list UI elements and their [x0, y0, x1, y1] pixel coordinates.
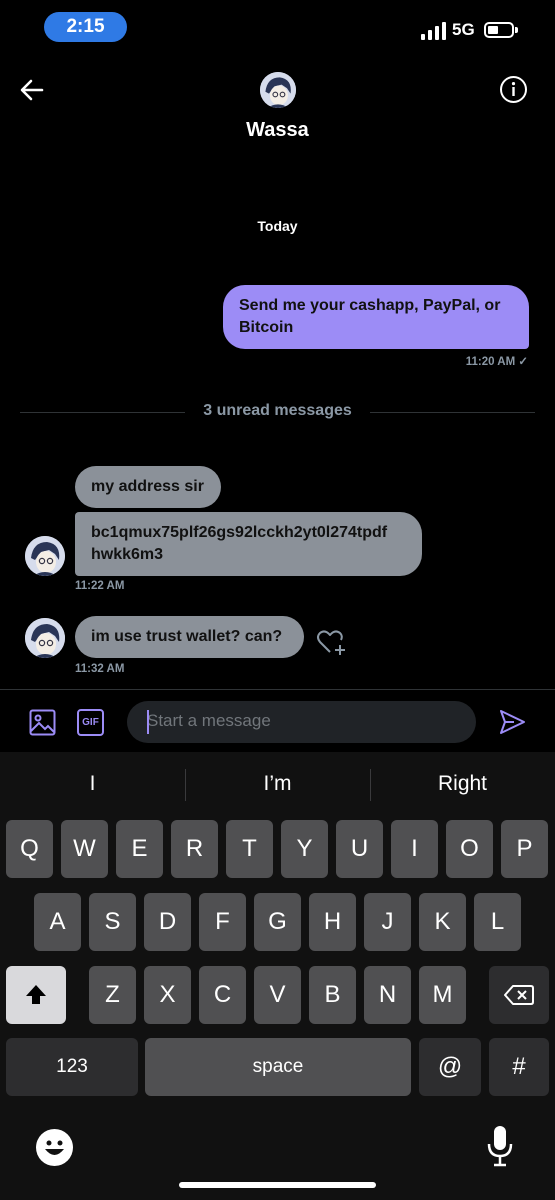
key[interactable]: B [309, 966, 356, 1024]
status-time[interactable]: 2:15 [44, 12, 127, 42]
outgoing-message[interactable]: Send me your cashapp, PayPal, or Bitcoin [223, 285, 529, 349]
incoming-message[interactable]: bc1qmux75plf26gs92lcckh2yt0l274tpdf hwkk… [75, 512, 422, 576]
send-button[interactable] [498, 708, 526, 736]
key[interactable]: E [116, 820, 163, 878]
key[interactable]: F [199, 893, 246, 951]
key[interactable]: R [171, 820, 218, 878]
key[interactable]: I [391, 820, 438, 878]
key[interactable]: J [364, 893, 411, 951]
key[interactable]: W [61, 820, 108, 878]
contact-avatar[interactable] [260, 72, 296, 108]
signal-icon [421, 22, 447, 40]
key[interactable]: S [89, 893, 136, 951]
battery-icon [484, 22, 518, 38]
message-input-placeholder: Start a message [147, 711, 271, 730]
emoji-button[interactable] [36, 1129, 73, 1166]
incoming-timestamp: 11:22 AM [75, 580, 125, 592]
heart-plus-icon [317, 630, 345, 655]
key[interactable]: T [226, 820, 273, 878]
outgoing-timestamp: 11:20 AM ✓ [465, 356, 528, 368]
keyboard: I I’m Right Q W E R T Y U I O P A S D F … [0, 752, 555, 1200]
delete-key[interactable] [489, 966, 549, 1024]
emoji-icon [45, 1140, 64, 1155]
key[interactable]: U [336, 820, 383, 878]
key[interactable]: P [501, 820, 548, 878]
key[interactable]: O [446, 820, 493, 878]
message-composer: GIF Start a message [0, 689, 555, 752]
sender-avatar[interactable] [25, 536, 65, 576]
dictation-button[interactable] [486, 1124, 514, 1168]
date-separator: Today [257, 218, 298, 234]
contact-name[interactable]: Wassa [0, 119, 555, 142]
anime-avatar-icon [260, 72, 296, 108]
message-input[interactable]: Start a message [127, 701, 476, 743]
key[interactable]: Q [6, 820, 53, 878]
incoming-message[interactable]: im use trust wallet? can? [75, 616, 304, 658]
image-icon [29, 709, 56, 736]
key[interactable]: D [144, 893, 191, 951]
key[interactable]: Y [281, 820, 328, 878]
network-label: 5G [452, 20, 475, 39]
anime-avatar-icon [25, 618, 65, 658]
key[interactable]: N [364, 966, 411, 1024]
unread-divider: 3 unread messages [20, 402, 535, 422]
key[interactable]: G [254, 893, 301, 951]
space-key[interactable]: space [145, 1038, 411, 1096]
react-button[interactable] [315, 627, 347, 657]
incoming-message[interactable]: my address sir [75, 466, 221, 508]
media-button[interactable] [29, 709, 56, 736]
shift-arrow-icon [26, 985, 46, 1004]
key[interactable]: X [144, 966, 191, 1024]
home-indicator[interactable] [179, 1182, 376, 1188]
anime-avatar-icon [25, 536, 65, 576]
key[interactable]: K [419, 893, 466, 951]
at-key[interactable]: @ [419, 1038, 481, 1096]
send-icon [500, 710, 525, 734]
suggestion[interactable]: I’m [185, 772, 370, 796]
hash-key[interactable]: # [489, 1038, 549, 1096]
gif-button[interactable]: GIF [77, 709, 104, 736]
info-button[interactable] [499, 75, 528, 104]
key[interactable]: H [309, 893, 356, 951]
suggestion[interactable]: I [0, 772, 185, 796]
status-bar: 2:15 5G [0, 0, 555, 55]
numbers-key[interactable]: 123 [6, 1038, 138, 1096]
incoming-timestamp: 11:32 AM [75, 663, 125, 675]
key[interactable]: M [419, 966, 466, 1024]
arrow-left-icon [20, 79, 44, 101]
microphone-icon [487, 1126, 513, 1167]
unread-label: 3 unread messages [203, 402, 352, 419]
backspace-icon [504, 985, 534, 1005]
key[interactable]: V [254, 966, 301, 1024]
back-button[interactable] [18, 76, 46, 104]
key[interactable]: Z [89, 966, 136, 1024]
shift-key[interactable] [6, 966, 66, 1024]
sender-avatar[interactable] [25, 618, 65, 658]
suggestion[interactable]: Right [370, 772, 555, 796]
key[interactable]: A [34, 893, 81, 951]
info-icon [500, 76, 527, 103]
key[interactable]: C [199, 966, 246, 1024]
text-caret [147, 710, 149, 734]
key[interactable]: L [474, 893, 521, 951]
